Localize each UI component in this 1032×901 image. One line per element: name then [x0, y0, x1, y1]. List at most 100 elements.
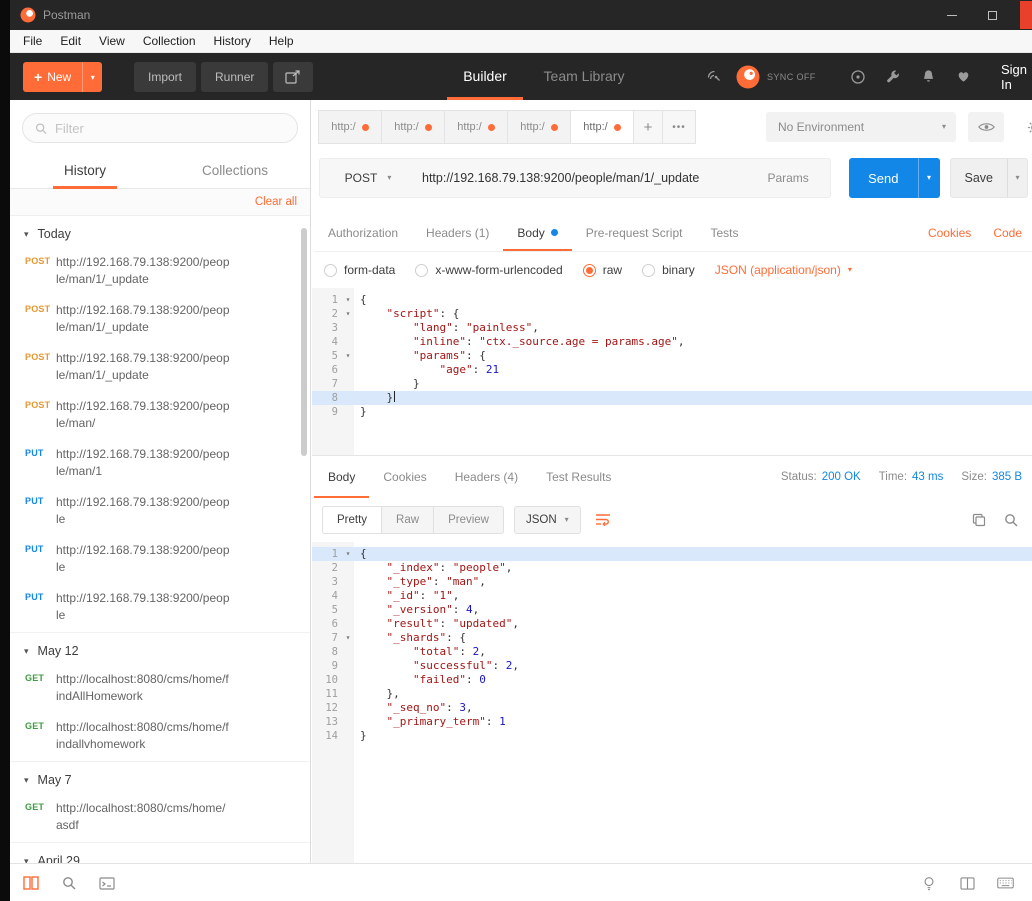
- history-date-header[interactable]: ▾April 29: [10, 843, 310, 863]
- response-format-select[interactable]: JSON ▾: [514, 506, 581, 534]
- wrench-icon[interactable]: [881, 53, 905, 100]
- response-editor[interactable]: 1▾{2 "_index": "people",3 "_type": "man"…: [312, 542, 1032, 863]
- history-item[interactable]: POSThttp://192.168.79.138:9200/people/ma…: [10, 392, 310, 440]
- two-pane-view-button[interactable]: [952, 864, 982, 901]
- body-mode-x-www-form-urlencoded[interactable]: x-www-form-urlencoded: [415, 263, 562, 277]
- fold-icon[interactable]: ▾: [342, 547, 354, 561]
- tab-team-library[interactable]: Team Library: [536, 53, 632, 100]
- response-toolbar: PrettyRawPreview JSON ▾: [312, 498, 1032, 541]
- scrollbar-thumb[interactable]: [301, 228, 307, 456]
- import-button[interactable]: Import: [134, 62, 196, 92]
- request-editor[interactable]: 1▾{2▾ "script": {3 "lang": "painless",4 …: [312, 288, 1032, 455]
- response-tab-headers-4[interactable]: Headers (4): [441, 456, 532, 498]
- history-item[interactable]: POSThttp://192.168.79.138:9200/people/ma…: [10, 248, 310, 296]
- minimize-button[interactable]: [932, 0, 972, 30]
- request-tab[interactable]: http:/: [507, 110, 571, 144]
- console-button[interactable]: [92, 864, 122, 901]
- view-raw[interactable]: Raw: [381, 506, 434, 534]
- maximize-button[interactable]: [972, 0, 1012, 30]
- help-button[interactable]: [914, 864, 944, 901]
- response-tab-test-results[interactable]: Test Results: [532, 456, 625, 498]
- clear-all-link[interactable]: Clear all: [255, 196, 297, 208]
- more-tabs-button[interactable]: •••: [662, 110, 696, 144]
- request-tab[interactable]: http:/: [444, 110, 508, 144]
- open-new-window-button[interactable]: [273, 62, 313, 92]
- history-item[interactable]: POSThttp://192.168.79.138:9200/people/ma…: [10, 344, 310, 392]
- menu-collection[interactable]: Collection: [134, 30, 205, 52]
- copy-response-button[interactable]: [972, 513, 986, 527]
- help-ring-icon[interactable]: [846, 53, 870, 100]
- tab-builder[interactable]: Builder: [447, 53, 523, 100]
- response-tab-cookies[interactable]: Cookies: [369, 456, 440, 498]
- cookies-link[interactable]: Cookies: [928, 226, 971, 240]
- request-tab-authorization[interactable]: Authorization: [314, 214, 412, 251]
- new-dropdown-button[interactable]: ▾: [82, 62, 102, 92]
- history-item[interactable]: PUThttp://192.168.79.138:9200/people/man…: [10, 440, 310, 488]
- menu-view[interactable]: View: [90, 30, 134, 52]
- sidebar-tab-collections[interactable]: Collections: [160, 153, 310, 188]
- url-input[interactable]: [416, 171, 746, 185]
- history-date-header[interactable]: ▾May 7: [10, 762, 310, 794]
- environment-preview-button[interactable]: [968, 112, 1004, 142]
- history-item[interactable]: POSThttp://192.168.79.138:9200/people/ma…: [10, 296, 310, 344]
- heart-icon[interactable]: [951, 53, 975, 100]
- history-item[interactable]: PUThttp://192.168.79.138:9200/people: [10, 536, 310, 584]
- filter-box[interactable]: [22, 113, 298, 143]
- fold-icon[interactable]: ▾: [342, 293, 354, 307]
- filter-input[interactable]: [55, 121, 285, 136]
- fold-icon[interactable]: ▾: [342, 349, 354, 363]
- request-tab-headers-1[interactable]: Headers (1): [412, 214, 503, 251]
- fold-icon[interactable]: ▾: [342, 307, 354, 321]
- wrap-text-button[interactable]: [595, 513, 611, 526]
- fold-icon[interactable]: ▾: [342, 631, 354, 645]
- sidebar-tab-history[interactable]: History: [10, 153, 160, 188]
- global-search-button[interactable]: [54, 864, 84, 901]
- save-dropdown-button[interactable]: ▾: [1007, 159, 1027, 197]
- send-dropdown-button[interactable]: ▾: [918, 158, 940, 198]
- response-tab-body[interactable]: Body: [314, 456, 369, 498]
- code-link[interactable]: Code: [993, 226, 1022, 240]
- body-mode-raw[interactable]: raw: [583, 263, 622, 277]
- request-tab-body[interactable]: Body: [503, 214, 571, 251]
- request-tab[interactable]: http:/: [570, 110, 634, 144]
- history-date-header[interactable]: ▾May 12: [10, 633, 310, 665]
- save-button[interactable]: Save ▾: [950, 158, 1029, 198]
- environment-select[interactable]: No Environment ▾: [766, 112, 956, 142]
- new-button[interactable]: +New ▾: [23, 62, 102, 92]
- history-item[interactable]: GEThttp://localhost:8080/cms/home/findAl…: [10, 665, 310, 713]
- request-tab[interactable]: http:/: [318, 110, 382, 144]
- unsaved-dot: [425, 124, 432, 131]
- interceptor-satellite-icon[interactable]: [702, 53, 726, 100]
- runner-button[interactable]: Runner: [201, 62, 268, 92]
- menu-history[interactable]: History: [205, 30, 260, 52]
- shortcuts-button[interactable]: [990, 864, 1020, 901]
- request-tab-pre-request-script[interactable]: Pre-request Script: [572, 214, 697, 251]
- menu-help[interactable]: Help: [260, 30, 303, 52]
- sync-logo-icon[interactable]: [733, 53, 763, 100]
- request-tab-tests[interactable]: Tests: [696, 214, 752, 251]
- search-response-button[interactable]: [1004, 513, 1018, 527]
- menu-edit[interactable]: Edit: [51, 30, 90, 52]
- view-preview[interactable]: Preview: [433, 506, 504, 534]
- content-type-select[interactable]: JSON (application/json) ▾: [715, 263, 852, 277]
- send-button-label: Send: [849, 158, 917, 198]
- close-button[interactable]: [1020, 1, 1032, 29]
- history-item[interactable]: GEThttp://localhost:8080/cms/home/findal…: [10, 713, 310, 761]
- sidebar-toggle-button[interactable]: [16, 864, 46, 901]
- menu-file[interactable]: File: [14, 30, 51, 52]
- body-mode-form-data[interactable]: form-data: [324, 263, 395, 277]
- history-date-header[interactable]: ▾Today: [10, 216, 310, 248]
- send-button[interactable]: Send ▾: [849, 158, 939, 198]
- body-mode-binary[interactable]: binary: [642, 263, 695, 277]
- add-tab-button[interactable]: +: [633, 110, 663, 144]
- params-button[interactable]: Params: [746, 171, 830, 185]
- history-item[interactable]: PUThttp://192.168.79.138:9200/people: [10, 584, 310, 632]
- history-item[interactable]: PUThttp://192.168.79.138:9200/people: [10, 488, 310, 536]
- sign-in-button[interactable]: Sign In: [1001, 53, 1032, 100]
- environment-settings-button[interactable]: [1016, 112, 1032, 142]
- bell-icon[interactable]: [916, 53, 940, 100]
- view-pretty[interactable]: Pretty: [322, 506, 382, 534]
- history-item[interactable]: GEThttp://localhost:8080/cms/home/asdf: [10, 794, 310, 842]
- method-select[interactable]: POST ▾: [320, 171, 416, 185]
- request-tab[interactable]: http:/: [381, 110, 445, 144]
